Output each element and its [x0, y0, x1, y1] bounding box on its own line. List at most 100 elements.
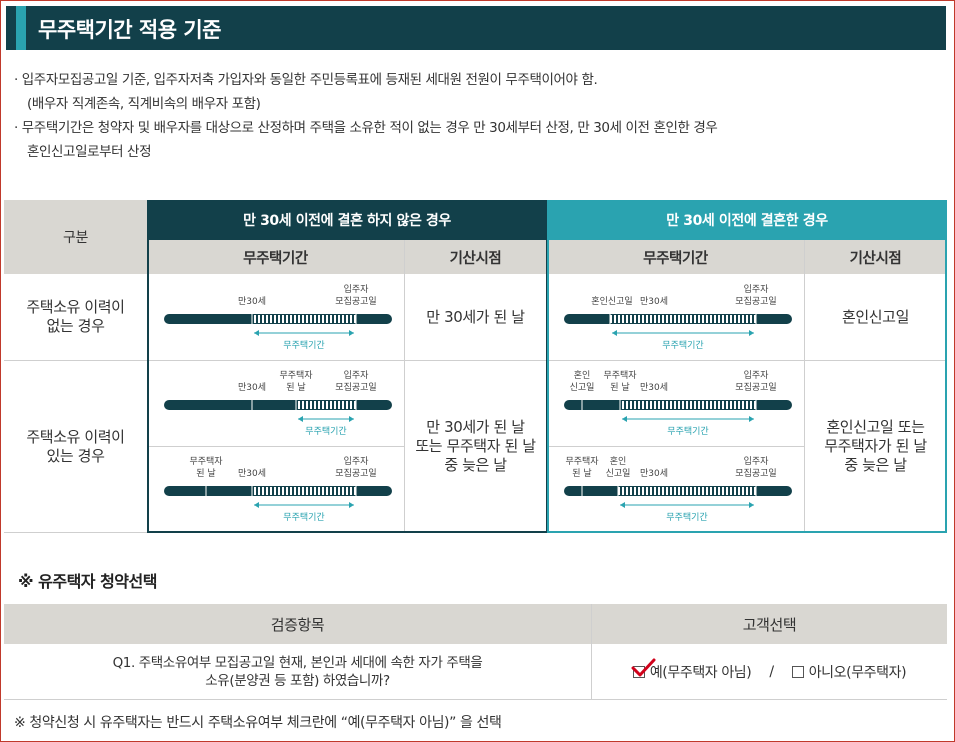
label-notice-1: 입주자: [744, 283, 770, 295]
checkbox-no[interactable]: [791, 665, 804, 678]
row-never-owned: 주택소유 이력이 없는 경우: [4, 274, 147, 360]
table-bottom-line: [4, 699, 947, 700]
start-had-unmarried-2: 또는 무주택자 된 날: [415, 437, 536, 455]
label-notice-1: 입주자: [744, 455, 770, 467]
timeline-diagram-had-unmarried-b: 무주택자 된 날 만30세 입주자 모집공고일 무주택기간: [164, 455, 392, 523]
sub-period-unmarried: 무주택기간: [147, 240, 404, 274]
label-homeless-1: 무주택자: [189, 456, 223, 467]
label-age30: 만30세: [640, 382, 668, 393]
q1-line-2: 소유(분양권 등 포함) 하였습니까?: [205, 672, 390, 689]
label-notice-2: 모집공고일: [335, 467, 376, 479]
timeline-diagram-had-married-a: 혼인 신고일 무주택자 된 날 만30세 입주자 모집공고일 무주택기간: [564, 369, 792, 437]
col-divider: [804, 240, 805, 533]
label-age30: 만30세: [640, 296, 668, 307]
sub-start-unmarried: 기산시점: [404, 240, 547, 274]
option-yes-label: 예(무주택자 아님): [649, 664, 752, 681]
col-choice-header: 고객선택: [592, 604, 947, 644]
section-header: 무주택기간 적용 기준: [6, 6, 946, 50]
row-had-owned: 주택소유 이력이 있는 경우: [4, 360, 147, 533]
section-title-homeowner: ※ 유주택자 청약선택: [18, 572, 157, 591]
note-1: · 입주자모집공고일 기준, 입주자저축 가입자와 동일한 주민등록표에 등재된…: [14, 72, 598, 88]
row-divider: [4, 360, 947, 361]
question-q1: Q1. 주택소유여부 모집공고일 현재, 본인과 세대에 속한 자가 주택을 소…: [4, 644, 591, 699]
label-homeless-2: 된 날: [286, 381, 305, 393]
notes: · 입주자모집공고일 기준, 입주자저축 가입자와 동일한 주민등록표에 등재된…: [14, 68, 718, 164]
label-notice-2: 모집공고일: [735, 295, 776, 307]
timeline-diagram-had-unmarried-a: 만30세 무주택자 된 날 입주자 모집공고일 무주택기간: [164, 369, 392, 437]
label-homeless-2: 된 날: [610, 381, 629, 393]
timeline-diagram-never-married: 혼인신고일 만30세 입주자 모집공고일 무주택기간: [564, 283, 792, 351]
q1-choices: 예(무주택자 아님) / 아니오(무주택자): [592, 644, 947, 699]
sub-row-divider: [547, 446, 804, 447]
homeowner-selection-table: 검증항목 고객선택 Q1. 주택소유여부 모집공고일 현재, 본인과 세대에 속…: [4, 604, 947, 700]
label-age30: 만30세: [238, 382, 266, 393]
group-unmarried-header: 만 30세 이전에 결혼 하지 않은 경우: [147, 200, 547, 240]
timeline-bar: [164, 400, 392, 410]
label-marriage-1: 혼인: [574, 369, 591, 381]
sub-row-divider: [147, 446, 404, 447]
label-notice-1: 입주자: [344, 283, 370, 295]
timeline-period-stripes: [618, 487, 756, 495]
start-had-married: 혼인신고일 또는 무주택자가 된 날 중 늦은 날: [804, 360, 947, 533]
sub-start-married: 기산시점: [804, 240, 947, 274]
timeline-period-stripes: [620, 401, 756, 409]
start-had-unmarried-1: 만 30세가 된 날: [426, 418, 525, 436]
option-yes[interactable]: 예(무주택자 아님): [631, 658, 752, 682]
start-had-unmarried: 만 30세가 된 날 또는 무주택자 된 날 중 늦은 날: [404, 360, 547, 533]
timeline-period-stripes: [252, 315, 356, 323]
option-no[interactable]: 아니오(무주택자): [791, 662, 907, 682]
label-marriage-2: 신고일: [570, 382, 595, 393]
table-bottom-line: [4, 532, 947, 533]
row-had-label-1: 주택소유 이력이: [26, 427, 125, 446]
checkmark-icon: [631, 658, 656, 676]
timeline-diagram-never-unmarried: 만30세 입주자 모집공고일 무주택기간: [164, 283, 392, 351]
label-notice-1: 입주자: [344, 369, 370, 381]
col-category-header: 구분: [4, 200, 147, 274]
page-title: 무주택기간 적용 기준: [38, 18, 222, 42]
label-homeless-2: 된 날: [196, 467, 215, 479]
row-never-label-2: 없는 경우: [46, 317, 105, 335]
label-notice-1: 입주자: [744, 369, 770, 381]
sub-period-married: 무주택기간: [547, 240, 804, 274]
label-age30: 만30세: [238, 468, 266, 479]
label-homeless-1: 무주택자: [279, 370, 313, 381]
q1-line-1: Q1. 주택소유여부 모집공고일 현재, 본인과 세대에 속한 자가 주택을: [112, 654, 483, 671]
note-1-cont: (배우자 직계존속, 직계비속의 배우자 포함): [27, 96, 261, 112]
label-period: 무주택기간: [667, 426, 708, 437]
label-period: 무주택기간: [283, 512, 324, 523]
note-2-cont: 혼인신고일로부터 산정: [27, 144, 152, 160]
label-period: 무주택기간: [305, 426, 346, 437]
timeline-diagram-had-married-b: 무주택자 된 날 혼인 신고일 만30세 입주자 모집공고일 무주택기간: [564, 455, 792, 523]
footer-note: ※ 청약신청 시 유주택자는 반드시 주택소유여부 체크란에 “예(무주택자 아…: [14, 715, 502, 731]
header-accent-bar: [16, 6, 26, 50]
label-homeless-1: 무주택자: [565, 456, 599, 467]
start-never-unmarried: 만 30세가 된 날: [404, 274, 547, 360]
label-marriage: 혼인신고일: [591, 295, 632, 307]
start-never-married: 혼인신고일: [804, 274, 947, 360]
label-notice-2: 모집공고일: [735, 467, 776, 479]
note-2: · 무주택기간은 청약자 및 배우자를 대상으로 산정하며 주택을 소유한 적이…: [14, 120, 718, 136]
period-criteria-table: 구분 만 30세 이전에 결혼 하지 않은 경우 만 30세 이전에 결혼한 경…: [4, 200, 947, 533]
option-separator: /: [769, 663, 774, 680]
label-notice-2: 모집공고일: [335, 381, 376, 393]
group-married-header: 만 30세 이전에 결혼한 경우: [547, 200, 947, 240]
option-no-label: 아니오(무주택자): [808, 664, 907, 681]
label-age30: 만30세: [238, 296, 266, 307]
label-marriage-2: 신고일: [606, 468, 631, 479]
label-period: 무주택기간: [666, 512, 707, 523]
start-had-married-3: 중 늦은 날: [844, 456, 907, 474]
label-age30: 만30세: [640, 468, 668, 479]
start-had-married-2: 무주택자가 된 날: [824, 437, 927, 455]
timeline-period-stripes: [610, 315, 756, 323]
label-period: 무주택기간: [662, 340, 703, 351]
col-divider: [404, 240, 405, 533]
timeline-period-stripes: [296, 401, 356, 409]
row-never-label-1: 주택소유 이력이: [26, 298, 125, 316]
checkbox-yes[interactable]: [631, 658, 656, 678]
row-had-label-2: 있는 경우: [46, 446, 105, 465]
timeline-period-stripes: [252, 487, 356, 495]
label-notice-2: 모집공고일: [735, 381, 776, 393]
label-marriage-1: 혼인: [610, 455, 627, 467]
label-homeless-2: 된 날: [572, 467, 591, 479]
label-homeless-1: 무주택자: [603, 370, 637, 381]
